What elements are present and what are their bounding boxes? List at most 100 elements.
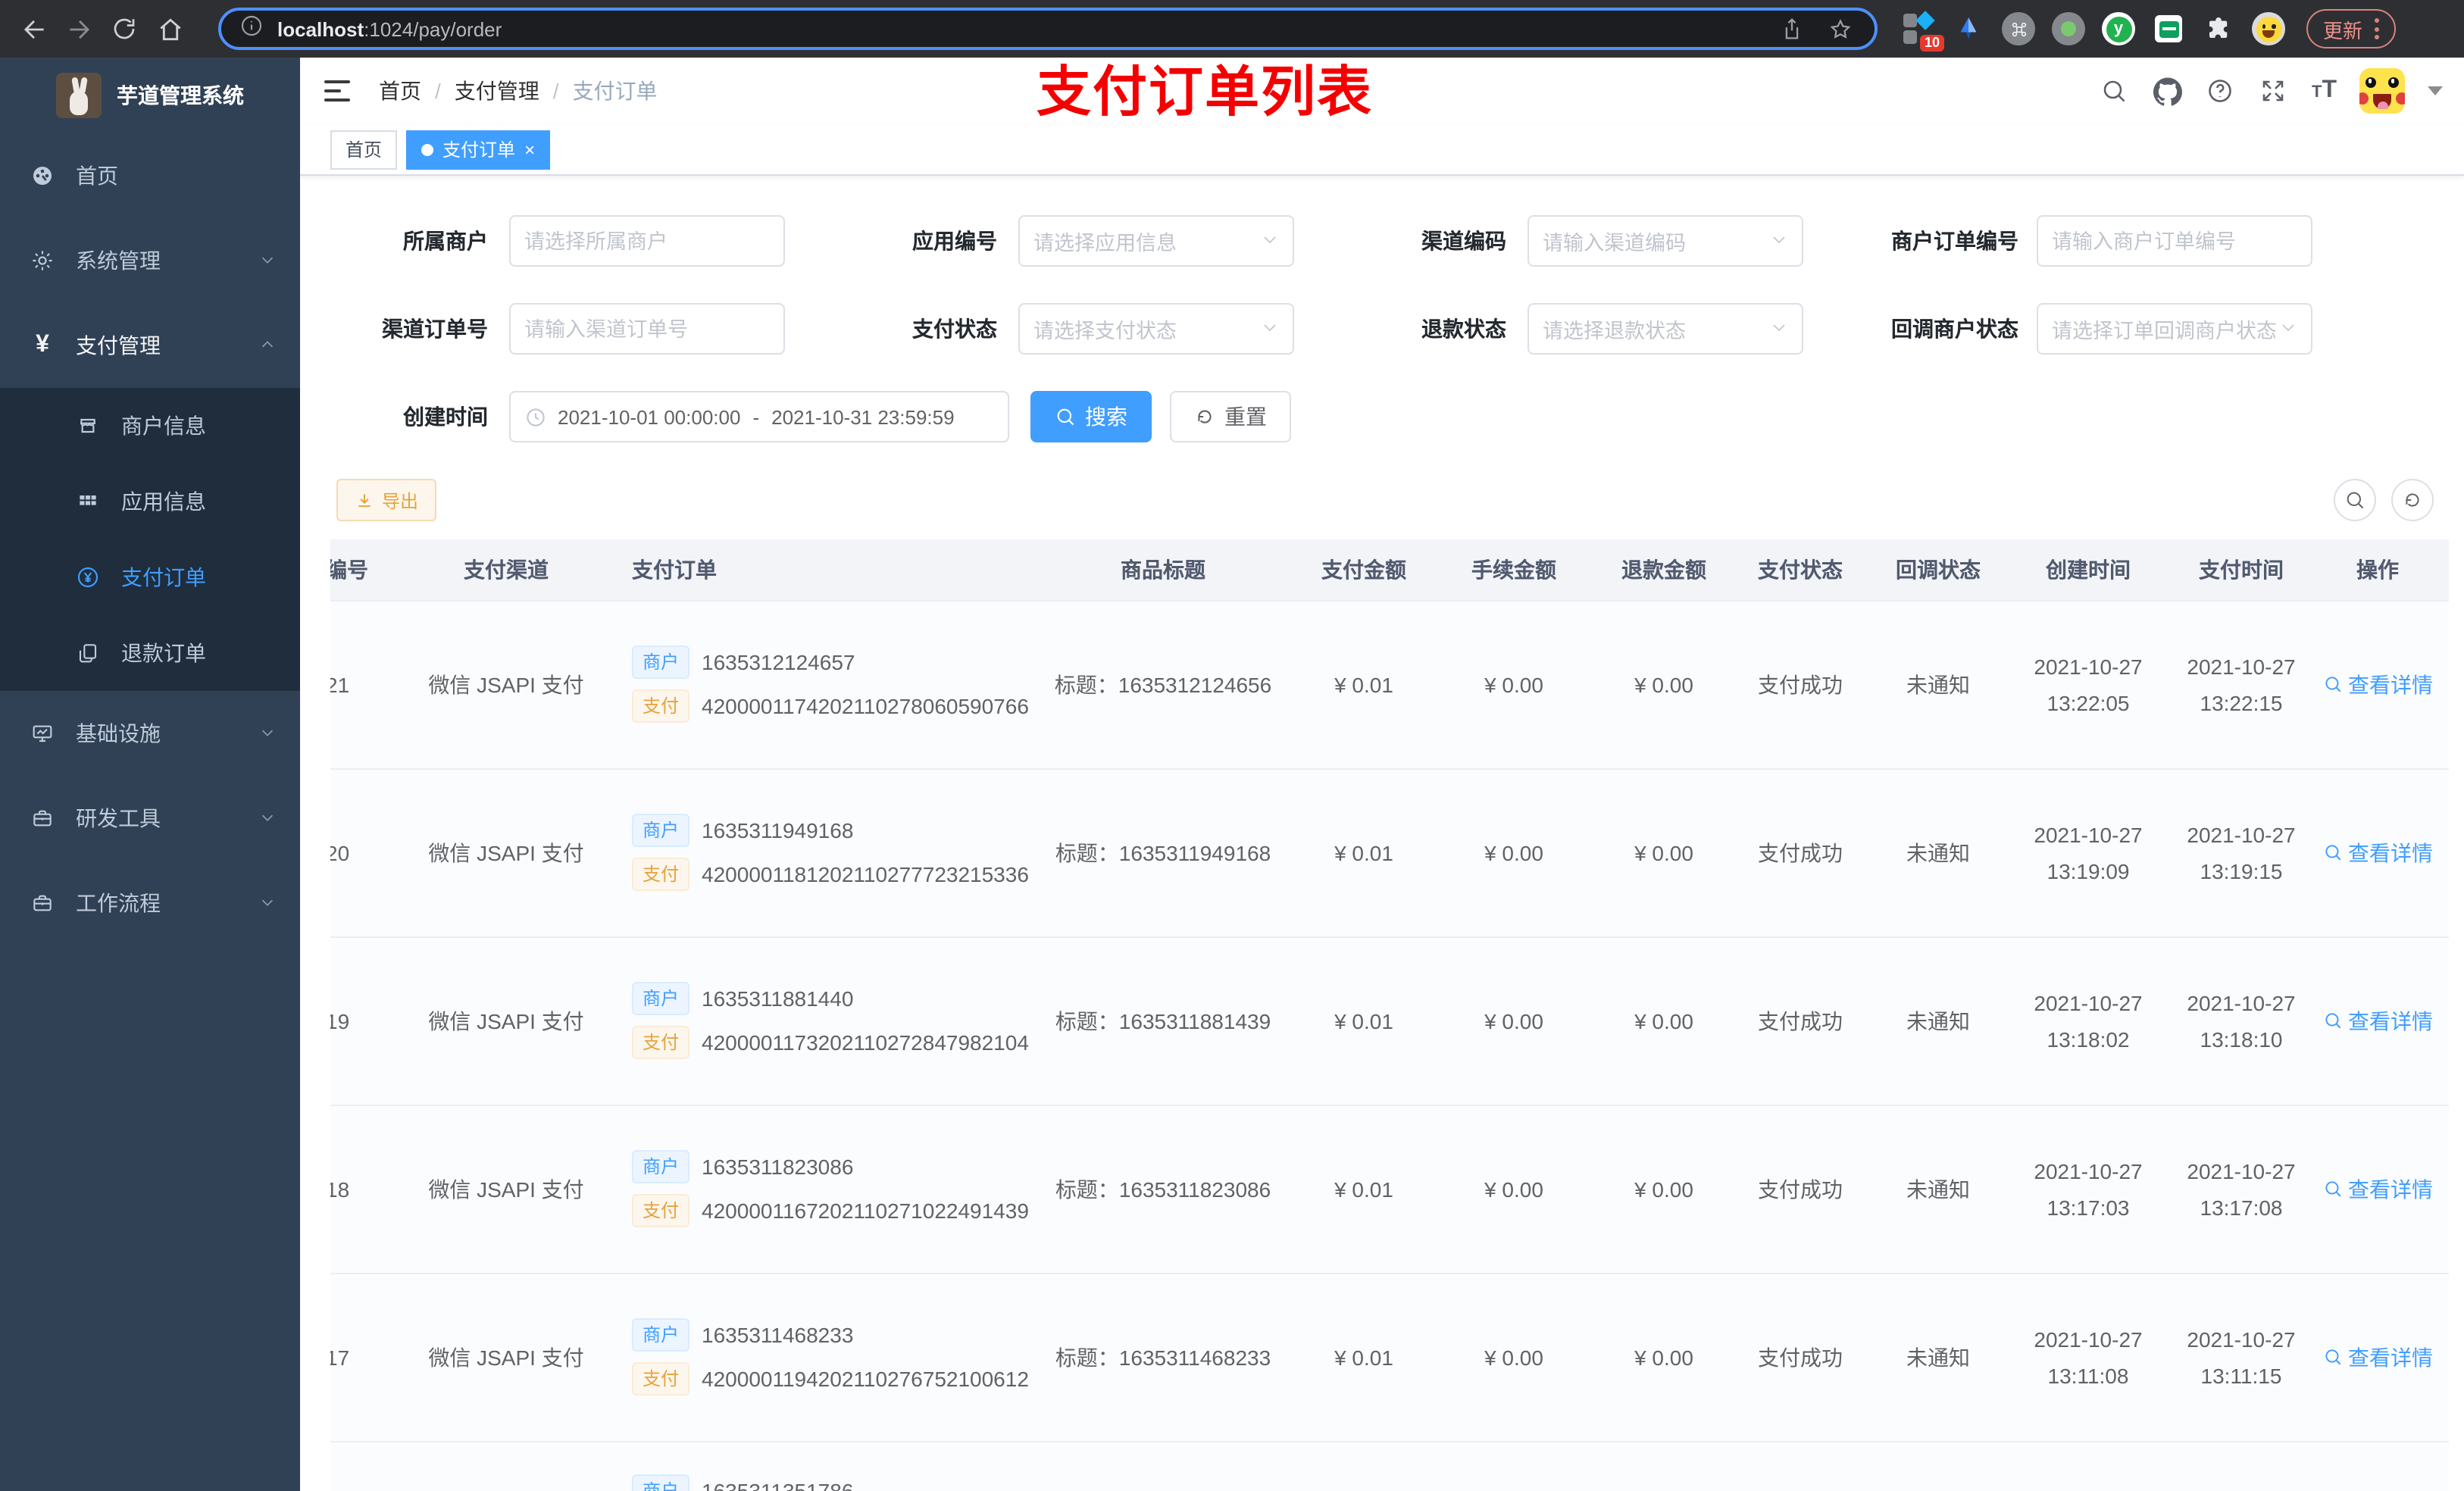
column-header[interactable]: 手续金额 xyxy=(1424,539,1603,601)
chevron-down-icon xyxy=(1261,317,1279,340)
status-text: 支付成功 xyxy=(1724,1105,1876,1274)
sidebar-item-devtools[interactable]: 研发工具 xyxy=(0,776,300,861)
sidebar-item-pay-order[interactable]: 支付订单 xyxy=(0,539,300,615)
refresh-table-button[interactable] xyxy=(2391,479,2434,521)
search-icon[interactable] xyxy=(2100,76,2130,106)
pay-order-icon xyxy=(76,565,100,589)
table-row: 18 微信 JSAPI 支付 商户1635311823086 支付4200001… xyxy=(330,1105,2449,1274)
breadcrumb-current: 支付订单 xyxy=(572,79,658,103)
browser-back-button[interactable] xyxy=(15,11,52,47)
site-info-icon[interactable] xyxy=(239,13,264,45)
browser-reload-button[interactable] xyxy=(106,11,142,47)
bookmark-star-icon[interactable] xyxy=(1823,12,1856,45)
dot-extension-icon[interactable] xyxy=(2052,12,2085,45)
sidebar: 芋道管理系统 首页 系统管理 ¥ 支付管理 商户信息 应用信息 支付订单 退款订… xyxy=(0,58,300,1491)
sidebar-item-label: 退款订单 xyxy=(121,641,206,665)
extension-cluster: 10 y xyxy=(1902,11,2285,52)
chat-extension-icon[interactable] xyxy=(2152,12,2185,45)
tag-close-icon[interactable]: × xyxy=(524,140,535,158)
column-header[interactable]: 退款金额 xyxy=(1603,539,1724,601)
pay-status-select[interactable]: 请选择支付状态 xyxy=(1018,303,1294,355)
profile-avatar-icon[interactable] xyxy=(2252,12,2285,45)
share-icon[interactable] xyxy=(1775,12,1808,45)
column-header[interactable]: 支付渠道 xyxy=(399,539,614,601)
url-bar[interactable]: localhost:1024/pay/order xyxy=(218,8,1878,50)
export-button[interactable]: 导出 xyxy=(336,479,437,521)
avatar-dropdown-caret[interactable] xyxy=(2428,86,2443,95)
extension-badge-icon[interactable]: 10 xyxy=(1902,11,1944,52)
tag-home[interactable]: 首页 xyxy=(330,130,398,169)
notify-status-select[interactable]: 请选择订单回调商户状态 xyxy=(2037,303,2312,355)
tag-pay-order[interactable]: 支付订单 × xyxy=(406,130,551,169)
refund-status-select[interactable]: 请选择退款状态 xyxy=(1527,303,1803,355)
column-header[interactable]: 编号 xyxy=(330,539,399,601)
channel-code-select[interactable]: 请输入渠道编码 xyxy=(1527,215,1803,267)
view-detail-link[interactable]: 查看详情 xyxy=(2322,1005,2433,1036)
extensions-puzzle-icon[interactable] xyxy=(2202,12,2235,45)
column-header[interactable]: 回调状态 xyxy=(1876,539,2000,601)
browser-update-button[interactable]: 更新 xyxy=(2306,9,2397,48)
column-header[interactable]: 支付状态 xyxy=(1724,539,1876,601)
filter-form: 所属商户 应用编号 请选择应用信息 渠道编码 xyxy=(364,215,2434,442)
notify-text: 未通知 xyxy=(1876,768,2000,937)
app-select[interactable]: 请选择应用信息 xyxy=(1018,215,1294,267)
search-button[interactable]: 搜索 xyxy=(1030,391,1152,442)
user-avatar[interactable] xyxy=(2359,68,2405,114)
toggle-search-button[interactable] xyxy=(2334,479,2376,521)
breadcrumb-section[interactable]: 支付管理 xyxy=(455,76,539,106)
page-title-annotation: 支付订单列表 xyxy=(1037,61,1374,123)
github-icon[interactable] xyxy=(2153,76,2183,106)
sidebar-item-system[interactable]: 系统管理 xyxy=(0,218,300,303)
reset-button[interactable]: 重置 xyxy=(1170,391,1291,442)
merchant-tag: 商户 xyxy=(632,1150,690,1183)
main-panel: 首页 / 支付管理 / 支付订单 支付订单列表 TT 首页 支付订单 × 所属商… xyxy=(300,58,2464,1491)
sidebar-item-label: 支付管理 xyxy=(76,333,161,358)
column-header[interactable]: 支付订单 xyxy=(614,539,1023,601)
app-logo[interactable]: 芋道管理系统 xyxy=(0,58,300,133)
merchant-tag: 商户 xyxy=(632,1474,690,1491)
monitor-icon xyxy=(30,721,55,746)
view-detail-link[interactable]: 查看详情 xyxy=(2322,1342,2433,1372)
sidebar-item-home[interactable]: 首页 xyxy=(0,133,300,218)
sidebar-item-refund-order[interactable]: 退款订单 xyxy=(0,615,300,691)
browser-forward-button[interactable] xyxy=(61,11,97,47)
browser-home-button[interactable] xyxy=(152,11,188,47)
sidebar-item-pay[interactable]: ¥ 支付管理 xyxy=(0,303,300,388)
sidebar-item-label: 系统管理 xyxy=(76,248,161,273)
breadcrumb-home[interactable]: 首页 xyxy=(379,76,421,106)
help-icon[interactable] xyxy=(2206,76,2236,106)
browser-menu-icon[interactable] xyxy=(2375,18,2380,39)
merchant-input[interactable] xyxy=(509,215,785,267)
fullscreen-icon[interactable] xyxy=(2259,76,2289,106)
table-row: 21 微信 JSAPI 支付 商户1635312124657 支付4200001… xyxy=(330,600,2449,769)
tags-view-bar: 首页 支付订单 × xyxy=(300,124,2464,176)
view-detail-link[interactable]: 查看详情 xyxy=(2322,1174,2433,1204)
merchant-tag: 商户 xyxy=(632,982,690,1015)
chevron-up-icon xyxy=(259,333,276,358)
browser-toolbar: localhost:1024/pay/order 10 y 更新 xyxy=(0,0,2464,58)
sidebar-item-app-info[interactable]: 应用信息 xyxy=(0,464,300,539)
y-extension-icon[interactable]: y xyxy=(2102,12,2135,45)
sidebar-item-infra[interactable]: 基础设施 xyxy=(0,691,300,776)
merchant-tag: 商户 xyxy=(632,645,690,679)
chevron-down-icon xyxy=(1261,230,1279,252)
view-detail-link[interactable]: 查看详情 xyxy=(2322,837,2433,867)
column-header[interactable]: 操作 xyxy=(2306,539,2449,601)
column-header[interactable]: 商品标题 xyxy=(1023,539,1303,601)
column-header[interactable]: 支付时间 xyxy=(2176,539,2306,601)
channel-order-no-input[interactable] xyxy=(509,303,785,355)
column-header[interactable]: 支付金额 xyxy=(1303,539,1424,601)
tag-label: 首页 xyxy=(346,139,383,161)
kite-extension-icon[interactable] xyxy=(1952,12,1985,45)
merchant-order-no-input[interactable] xyxy=(2037,215,2312,267)
column-header[interactable]: 创建时间 xyxy=(2000,539,2176,601)
sidebar-item-workflow[interactable]: 工作流程 xyxy=(0,861,300,946)
status-text: 支付成功 xyxy=(1724,1273,1876,1442)
view-detail-link[interactable]: 查看详情 xyxy=(2322,669,2433,699)
create-time-range-picker[interactable]: 2021-10-01 00:00:00-2021-10-31 23:59:59 xyxy=(509,391,1009,442)
command-extension-icon[interactable] xyxy=(2002,12,2035,45)
chevron-down-icon xyxy=(1770,230,1788,252)
sidebar-item-merchant-info[interactable]: 商户信息 xyxy=(0,388,300,464)
sidebar-collapse-icon[interactable] xyxy=(324,76,355,106)
font-size-icon[interactable]: TT xyxy=(2312,77,2337,105)
